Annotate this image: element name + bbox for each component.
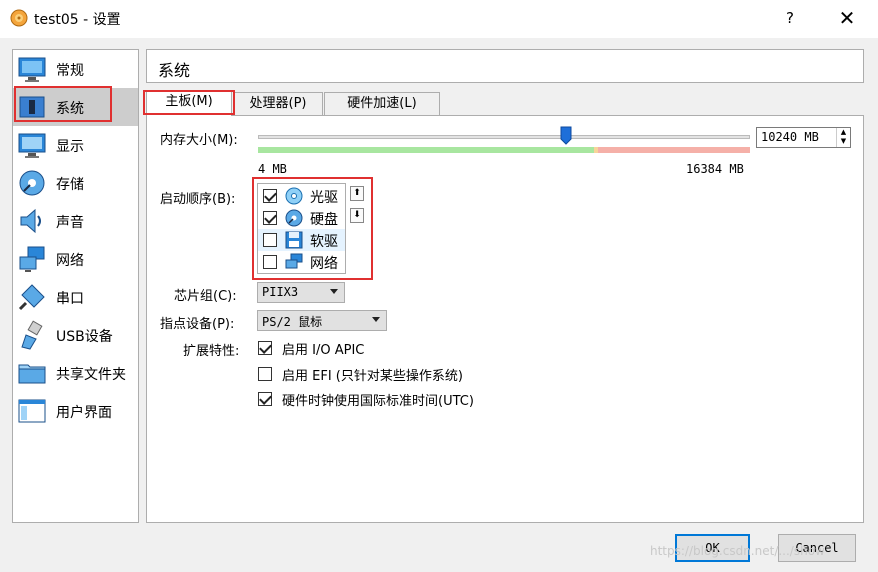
feature-efi[interactable]: 启用 EFI (只针对某些操作系统) — [258, 365, 518, 384]
chevron-down-icon — [330, 289, 338, 294]
memory-slider-track[interactable] — [258, 135, 750, 139]
highlight-box-system — [14, 86, 112, 122]
feature-label: 启用 EFI (只针对某些操作系统) — [282, 369, 463, 384]
serial-port-icon — [18, 284, 45, 311]
memory-max-label: 16384 MB — [686, 162, 744, 176]
sidebar-item-label: 声音 — [56, 215, 84, 231]
feature-checkbox[interactable] — [258, 341, 272, 355]
pointing-device-label: 指点设备(P): — [160, 317, 235, 332]
spin-up-icon[interactable]: ▲ — [837, 128, 850, 137]
spin-down-icon[interactable]: ▼ — [837, 137, 850, 146]
memory-slider-thumb[interactable] — [560, 126, 572, 145]
sidebar-item-label: 显示 — [56, 139, 84, 155]
page-title: 系统 — [158, 61, 191, 80]
highlight-box-tab — [143, 90, 235, 115]
sidebar-item-user-interface[interactable]: 用户界面 — [13, 392, 138, 430]
chipset-select[interactable]: PIIX3 — [257, 282, 345, 303]
feature-label: 启用 I/O APIC — [282, 343, 365, 358]
sidebar-item-label: 网络 — [56, 253, 84, 269]
virtualbox-icon — [10, 9, 28, 27]
sidebar-item-label: 存储 — [56, 177, 84, 193]
sidebar-item-serial[interactable]: 串口 — [13, 278, 138, 316]
network-icon — [19, 246, 45, 272]
feature-checkbox[interactable] — [258, 392, 272, 406]
sidebar-item-shared-folders[interactable]: 共享文件夹 — [13, 354, 138, 392]
pointing-device-select[interactable]: PS/2 鼠标 — [257, 310, 387, 331]
zone-safe — [258, 147, 594, 153]
usb-icon — [21, 320, 43, 350]
tab-processor[interactable]: 处理器(P) — [233, 92, 323, 116]
memory-value: 10240 MB — [761, 130, 819, 144]
memory-spinbox[interactable]: 10240 MB ▲ ▼ — [756, 127, 851, 148]
sidebar-item-display[interactable]: 显示 — [13, 126, 138, 164]
sidebar-item-storage[interactable]: 存储 — [13, 164, 138, 202]
sidebar-item-label: 串口 — [56, 291, 84, 307]
feature-label: 硬件时钟使用国际标准时间(UTC) — [282, 394, 474, 409]
zone-danger — [598, 147, 750, 153]
speaker-icon — [20, 208, 41, 234]
help-button[interactable]: ? — [778, 6, 802, 30]
sidebar-item-label: 共享文件夹 — [56, 367, 126, 383]
disk-icon — [19, 170, 45, 196]
sidebar-item-label: 用户界面 — [56, 405, 112, 421]
sidebar-item-label: 常规 — [56, 63, 84, 79]
feature-utc-clock[interactable]: 硬件时钟使用国际标准时间(UTC) — [258, 390, 518, 409]
section-header: 系统 — [146, 49, 864, 83]
window-icon — [18, 399, 46, 423]
monitor-icon — [18, 57, 46, 82]
chipset-value: PIIX3 — [262, 285, 299, 299]
highlight-box-boot-order — [252, 177, 373, 280]
sidebar-item-general[interactable]: 常规 — [13, 50, 138, 88]
spin-arrows: ▲ ▼ — [836, 128, 850, 147]
sidebar-item-usb[interactable]: USB设备 — [13, 316, 138, 354]
features-label: 扩展特性: — [183, 344, 240, 359]
sidebar-item-label: USB设备 — [56, 329, 113, 345]
pointing-device-value: PS/2 鼠标 — [262, 315, 323, 329]
memory-min-label: 4 MB — [258, 162, 287, 176]
close-button[interactable]: ✕ — [832, 4, 862, 32]
sidebar-item-audio[interactable]: 声音 — [13, 202, 138, 240]
memory-slider-zones — [258, 147, 750, 153]
memory-label: 内存大小(M): — [160, 133, 238, 148]
tab-acceleration[interactable]: 硬件加速(L) — [324, 92, 440, 116]
watermark: https://blog.csdn.net/.../show — [650, 544, 825, 558]
window-title: test05 - 设置 — [34, 12, 121, 28]
chevron-down-icon — [372, 317, 380, 322]
sidebar-item-network[interactable]: 网络 — [13, 240, 138, 278]
feature-checkbox[interactable] — [258, 367, 272, 381]
boot-order-label: 启动顺序(B): — [160, 192, 236, 207]
feature-io-apic[interactable]: 启用 I/O APIC — [258, 339, 518, 358]
chipset-label: 芯片组(C): — [174, 289, 237, 304]
display-icon — [18, 133, 46, 158]
title-bar: test05 - 设置 ? ✕ — [0, 0, 878, 38]
folder-icon — [18, 364, 46, 384]
